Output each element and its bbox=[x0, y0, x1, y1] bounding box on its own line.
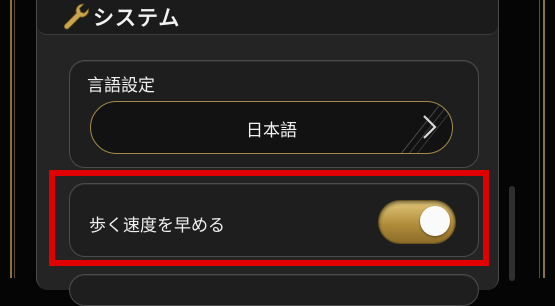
toggle-knob[interactable] bbox=[420, 206, 450, 236]
language-value: 日本語 bbox=[246, 121, 297, 141]
next-card-partial bbox=[69, 274, 479, 306]
chevron-right-icon bbox=[423, 115, 437, 139]
language-card: 言語設定 日本語 bbox=[69, 60, 479, 168]
left-frame-line-inner bbox=[14, 0, 15, 278]
section-header: システム bbox=[37, 0, 498, 35]
left-frame-line bbox=[10, 0, 12, 278]
language-select[interactable]: 日本語 bbox=[90, 101, 453, 154]
scrollbar[interactable] bbox=[509, 186, 515, 281]
walk-speed-toggle[interactable] bbox=[379, 201, 455, 243]
section-title: システム bbox=[93, 6, 181, 30]
language-label: 言語設定 bbox=[87, 76, 155, 96]
wrench-icon bbox=[63, 3, 89, 30]
right-frame-line-inner bbox=[539, 0, 540, 278]
right-frame-line bbox=[543, 0, 545, 278]
